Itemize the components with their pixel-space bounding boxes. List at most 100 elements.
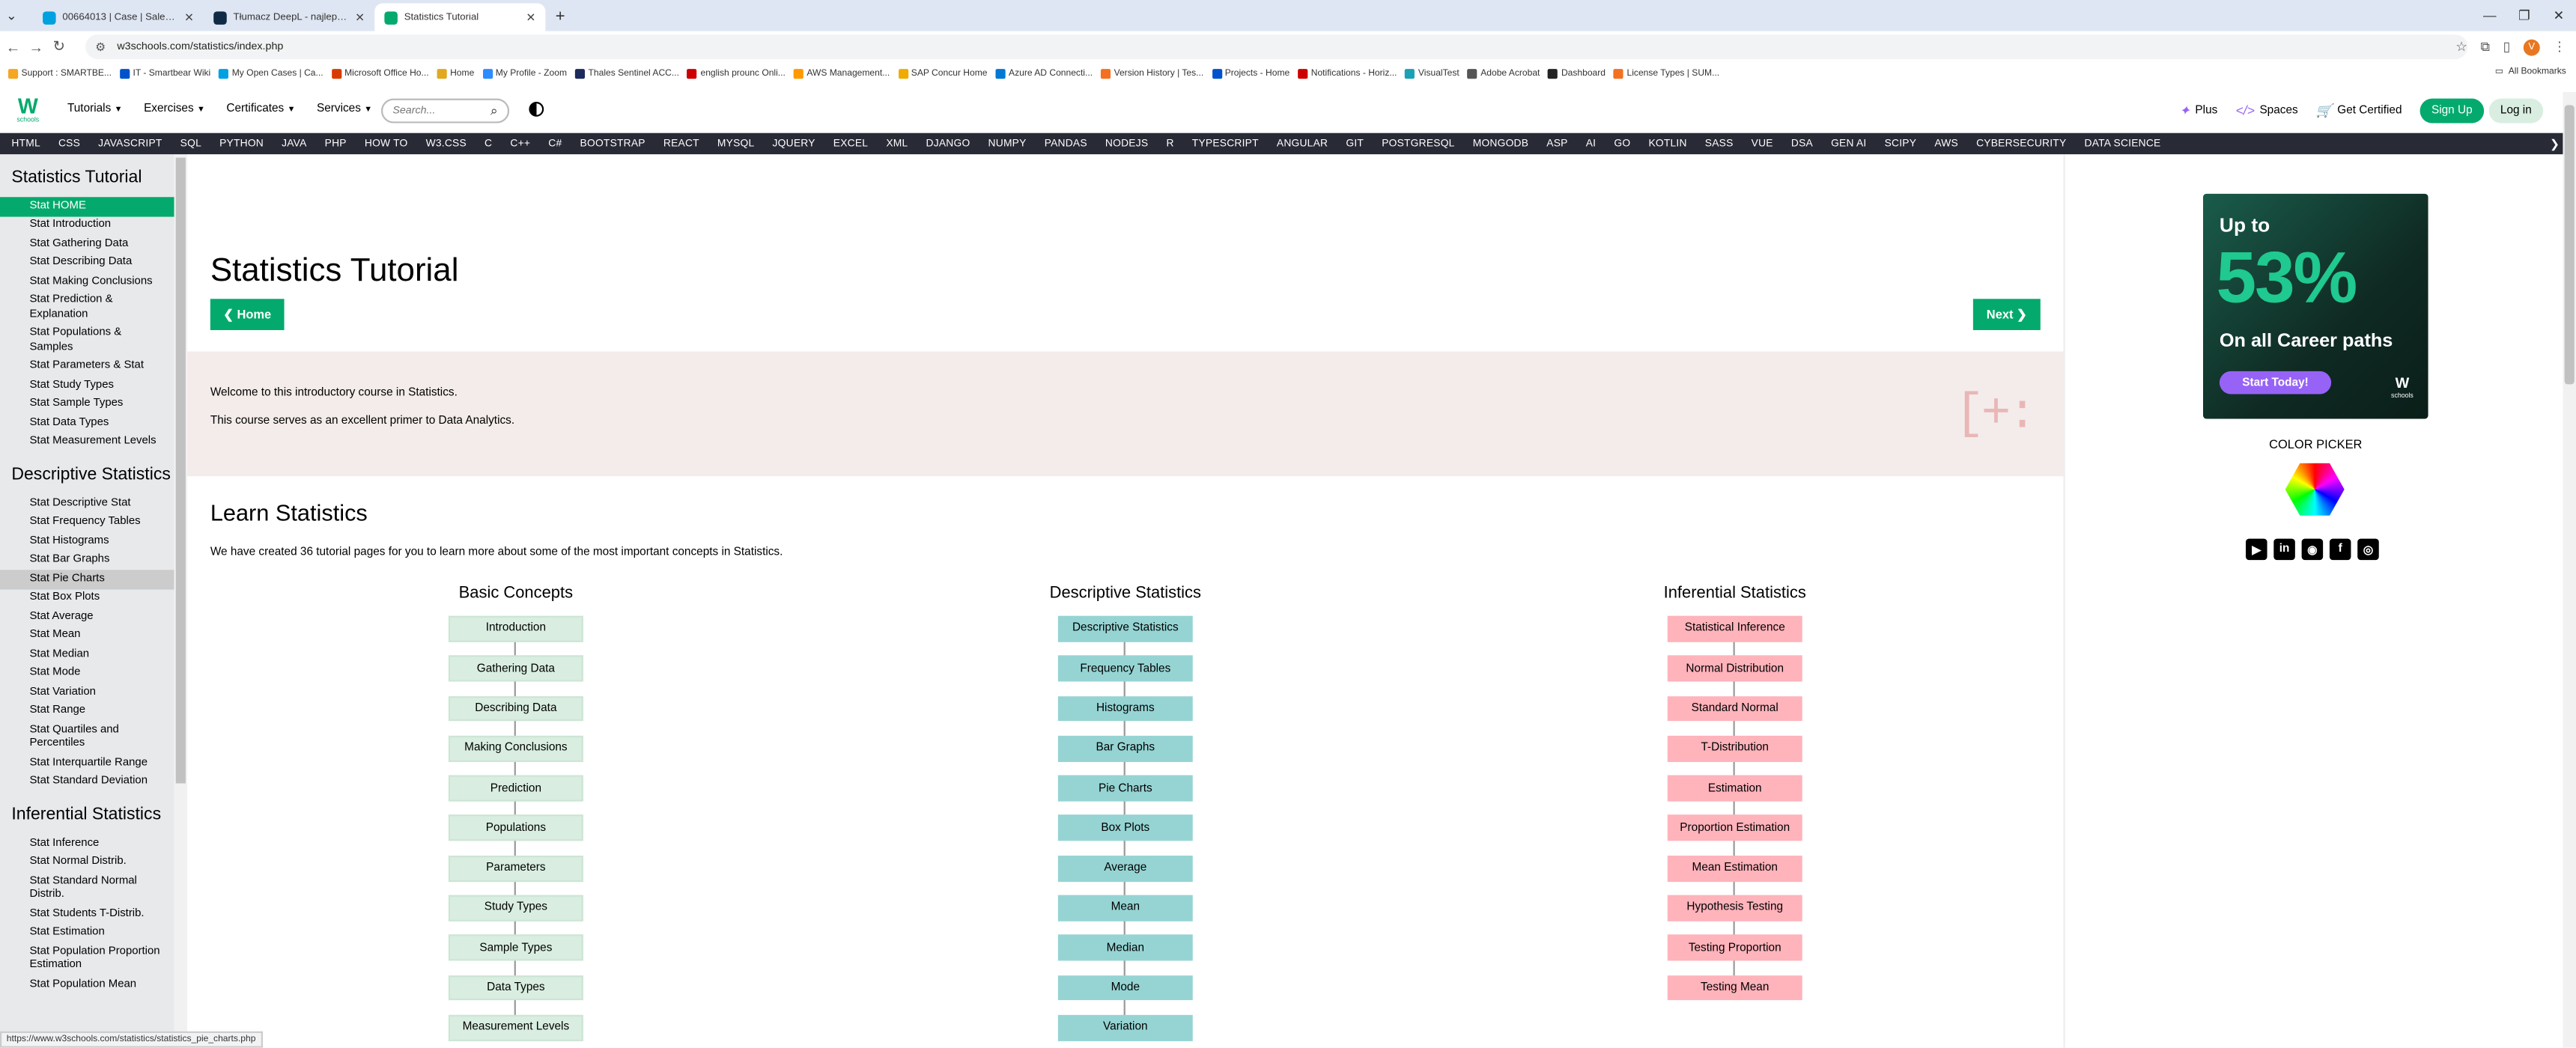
- topic-button[interactable]: Descriptive Statistics: [1057, 615, 1193, 642]
- sidebar-item[interactable]: Stat Descriptive Stat: [0, 494, 174, 513]
- sidebar-item[interactable]: Stat Study Types: [0, 376, 174, 394]
- topic-button[interactable]: Gathering Data: [448, 655, 583, 682]
- bookmark-item[interactable]: My Profile - Zoom: [482, 69, 567, 79]
- sidebar-item[interactable]: Stat Interquartile Range: [0, 754, 174, 773]
- lang-link-javascript[interactable]: JAVASCRIPT: [98, 138, 162, 149]
- bookmark-item[interactable]: Support : SMARTBE...: [7, 69, 112, 79]
- lang-link-go[interactable]: GO: [1614, 138, 1630, 149]
- lang-link-kotlin[interactable]: KOTLIN: [1648, 138, 1686, 149]
- sidebar-item[interactable]: Stat Introduction: [0, 216, 174, 234]
- topic-button[interactable]: Average: [1057, 855, 1193, 882]
- browser-tab[interactable]: Tłumacz DeepL - najlepszy tłu... ✕: [204, 3, 374, 31]
- nav-services[interactable]: Services ▼: [317, 103, 372, 115]
- lang-link-c-[interactable]: C#: [548, 138, 562, 149]
- spaces-link[interactable]: </> Spaces: [2235, 103, 2297, 118]
- instagram-icon[interactable]: ◎: [2357, 538, 2379, 561]
- color-picker-hexagon-icon[interactable]: [2285, 463, 2345, 516]
- lang-link-dsa[interactable]: DSA: [1791, 138, 1813, 149]
- nav-tutorials[interactable]: Tutorials ▼: [67, 103, 123, 115]
- reload-icon[interactable]: ↻: [49, 31, 69, 63]
- all-bookmarks[interactable]: ▭ All Bookmarks: [2495, 67, 2566, 77]
- topic-button[interactable]: T-Distribution: [1667, 735, 1802, 762]
- browser-tab[interactable]: Statistics Tutorial ✕: [374, 3, 546, 31]
- topic-button[interactable]: Hypothesis Testing: [1667, 895, 1802, 921]
- topic-button[interactable]: Testing Mean: [1667, 975, 1802, 1001]
- topic-button[interactable]: Box Plots: [1057, 815, 1193, 841]
- lang-link-cybersecurity[interactable]: CYBERSECURITY: [1976, 138, 2066, 149]
- topic-button[interactable]: Mode: [1057, 975, 1193, 1001]
- topic-button[interactable]: Bar Graphs: [1057, 735, 1193, 762]
- topic-button[interactable]: Variation: [1057, 1014, 1193, 1041]
- topic-button[interactable]: Data Types: [448, 975, 583, 1001]
- lang-link-java[interactable]: JAVA: [282, 138, 306, 149]
- dark-mode-toggle-icon[interactable]: [529, 102, 544, 117]
- lang-link-vue[interactable]: VUE: [1752, 138, 1773, 149]
- back-icon[interactable]: ←: [3, 31, 22, 63]
- lang-link-bootstrap[interactable]: BOOTSTRAP: [580, 138, 645, 149]
- bookmark-item[interactable]: Projects - Home: [1212, 69, 1289, 79]
- bookmark-item[interactable]: Version History | Tes...: [1101, 69, 1203, 79]
- sidebar-item[interactable]: Stat Measurement Levels: [0, 433, 174, 451]
- topic-button[interactable]: Normal Distribution: [1667, 655, 1802, 682]
- plus-link[interactable]: ✦ Plus: [2179, 103, 2217, 118]
- sidebar-item[interactable]: Stat Estimation: [0, 924, 174, 942]
- site-info-icon[interactable]: ⚙: [95, 40, 106, 53]
- w3schools-logo[interactable]: W schools: [11, 94, 44, 127]
- sidebar-item[interactable]: Stat Standard Normal Distrib.: [0, 872, 174, 905]
- lang-link-c-[interactable]: C++: [510, 138, 530, 149]
- sidebar-item[interactable]: Stat Bar Graphs: [0, 551, 174, 570]
- lang-link-python[interactable]: PYTHON: [219, 138, 264, 149]
- sidebar-item[interactable]: Stat Gathering Data: [0, 235, 174, 254]
- panel-icon[interactable]: ▯: [2503, 40, 2511, 55]
- bookmark-item[interactable]: My Open Cases | Ca...: [219, 69, 323, 79]
- lang-link-pandas[interactable]: PANDAS: [1045, 138, 1087, 149]
- log-in-button[interactable]: Log in: [2488, 98, 2544, 124]
- lang-link-ai[interactable]: AI: [1586, 138, 1597, 149]
- nav-certificates[interactable]: Certificates ▼: [226, 103, 295, 115]
- topic-button[interactable]: Measurement Levels: [448, 1014, 583, 1041]
- search-icon[interactable]: ⌕: [490, 103, 498, 119]
- topic-button[interactable]: Introduction: [448, 615, 583, 642]
- lang-link-sql[interactable]: SQL: [180, 138, 201, 149]
- browser-menu-icon[interactable]: ⋮: [2553, 40, 2566, 55]
- lang-link-xml[interactable]: XML: [886, 138, 908, 149]
- bookmark-item[interactable]: AWS Management...: [793, 69, 890, 79]
- page-scrollbar[interactable]: [2563, 91, 2576, 1048]
- linkedin-icon[interactable]: in: [2273, 538, 2295, 561]
- page-scroll-thumb[interactable]: [2564, 105, 2575, 385]
- url-field[interactable]: ⚙ w3schools.com/statistics/index.php: [85, 34, 2468, 59]
- sidebar-item[interactable]: Stat Average: [0, 608, 174, 627]
- bookmark-item[interactable]: Notifications - Horiz...: [1298, 69, 1397, 79]
- youtube-icon[interactable]: ▶: [2246, 538, 2267, 561]
- lang-link-sass[interactable]: SASS: [1705, 138, 1734, 149]
- lang-link-angular[interactable]: ANGULAR: [1277, 138, 1328, 149]
- lang-link-php[interactable]: PHP: [325, 138, 347, 149]
- sidebar-item[interactable]: Stat Box Plots: [0, 589, 174, 608]
- bookmark-item[interactable]: Thales Sentinel ACC...: [574, 69, 679, 79]
- topic-button[interactable]: Histograms: [1057, 695, 1193, 722]
- close-tab-icon[interactable]: ✕: [355, 10, 365, 24]
- lang-link-data-science[interactable]: DATA SCIENCE: [2085, 138, 2161, 149]
- scroll-thumb[interactable]: [175, 157, 186, 784]
- search-input[interactable]: [392, 105, 488, 117]
- topic-button[interactable]: Parameters: [448, 855, 583, 882]
- bookmark-item[interactable]: Microsoft Office Ho...: [331, 69, 429, 79]
- lang-link-gen-ai[interactable]: GEN AI: [1831, 138, 1866, 149]
- sidebar-item[interactable]: Stat Population Mean: [0, 975, 174, 994]
- sidebar-item[interactable]: Stat Parameters & Stat: [0, 357, 174, 376]
- facebook-icon[interactable]: f: [2329, 538, 2351, 561]
- close-window-icon[interactable]: ✕: [2542, 0, 2576, 31]
- lang-link-css[interactable]: CSS: [58, 138, 80, 149]
- topic-button[interactable]: Mean: [1057, 895, 1193, 921]
- topic-button[interactable]: Describing Data: [448, 695, 583, 722]
- lang-link-typescript[interactable]: TYPESCRIPT: [1192, 138, 1259, 149]
- bookmark-item[interactable]: Home: [437, 69, 474, 79]
- lang-link-w3-css[interactable]: W3.CSS: [426, 138, 467, 149]
- sidebar-item[interactable]: Stat Students T-Distrib.: [0, 905, 174, 924]
- topic-button[interactable]: Prediction: [448, 775, 583, 802]
- browser-tab[interactable]: 00664013 | Case | Salesforce ✕: [33, 3, 204, 31]
- bookmark-item[interactable]: IT - Smartbear Wiki: [119, 69, 210, 79]
- sidebar-item[interactable]: Stat Prediction & Explanation: [0, 291, 174, 324]
- next-button[interactable]: Next ❯: [1972, 299, 2041, 330]
- ad-start-today-button[interactable]: Start Today!: [2219, 371, 2332, 394]
